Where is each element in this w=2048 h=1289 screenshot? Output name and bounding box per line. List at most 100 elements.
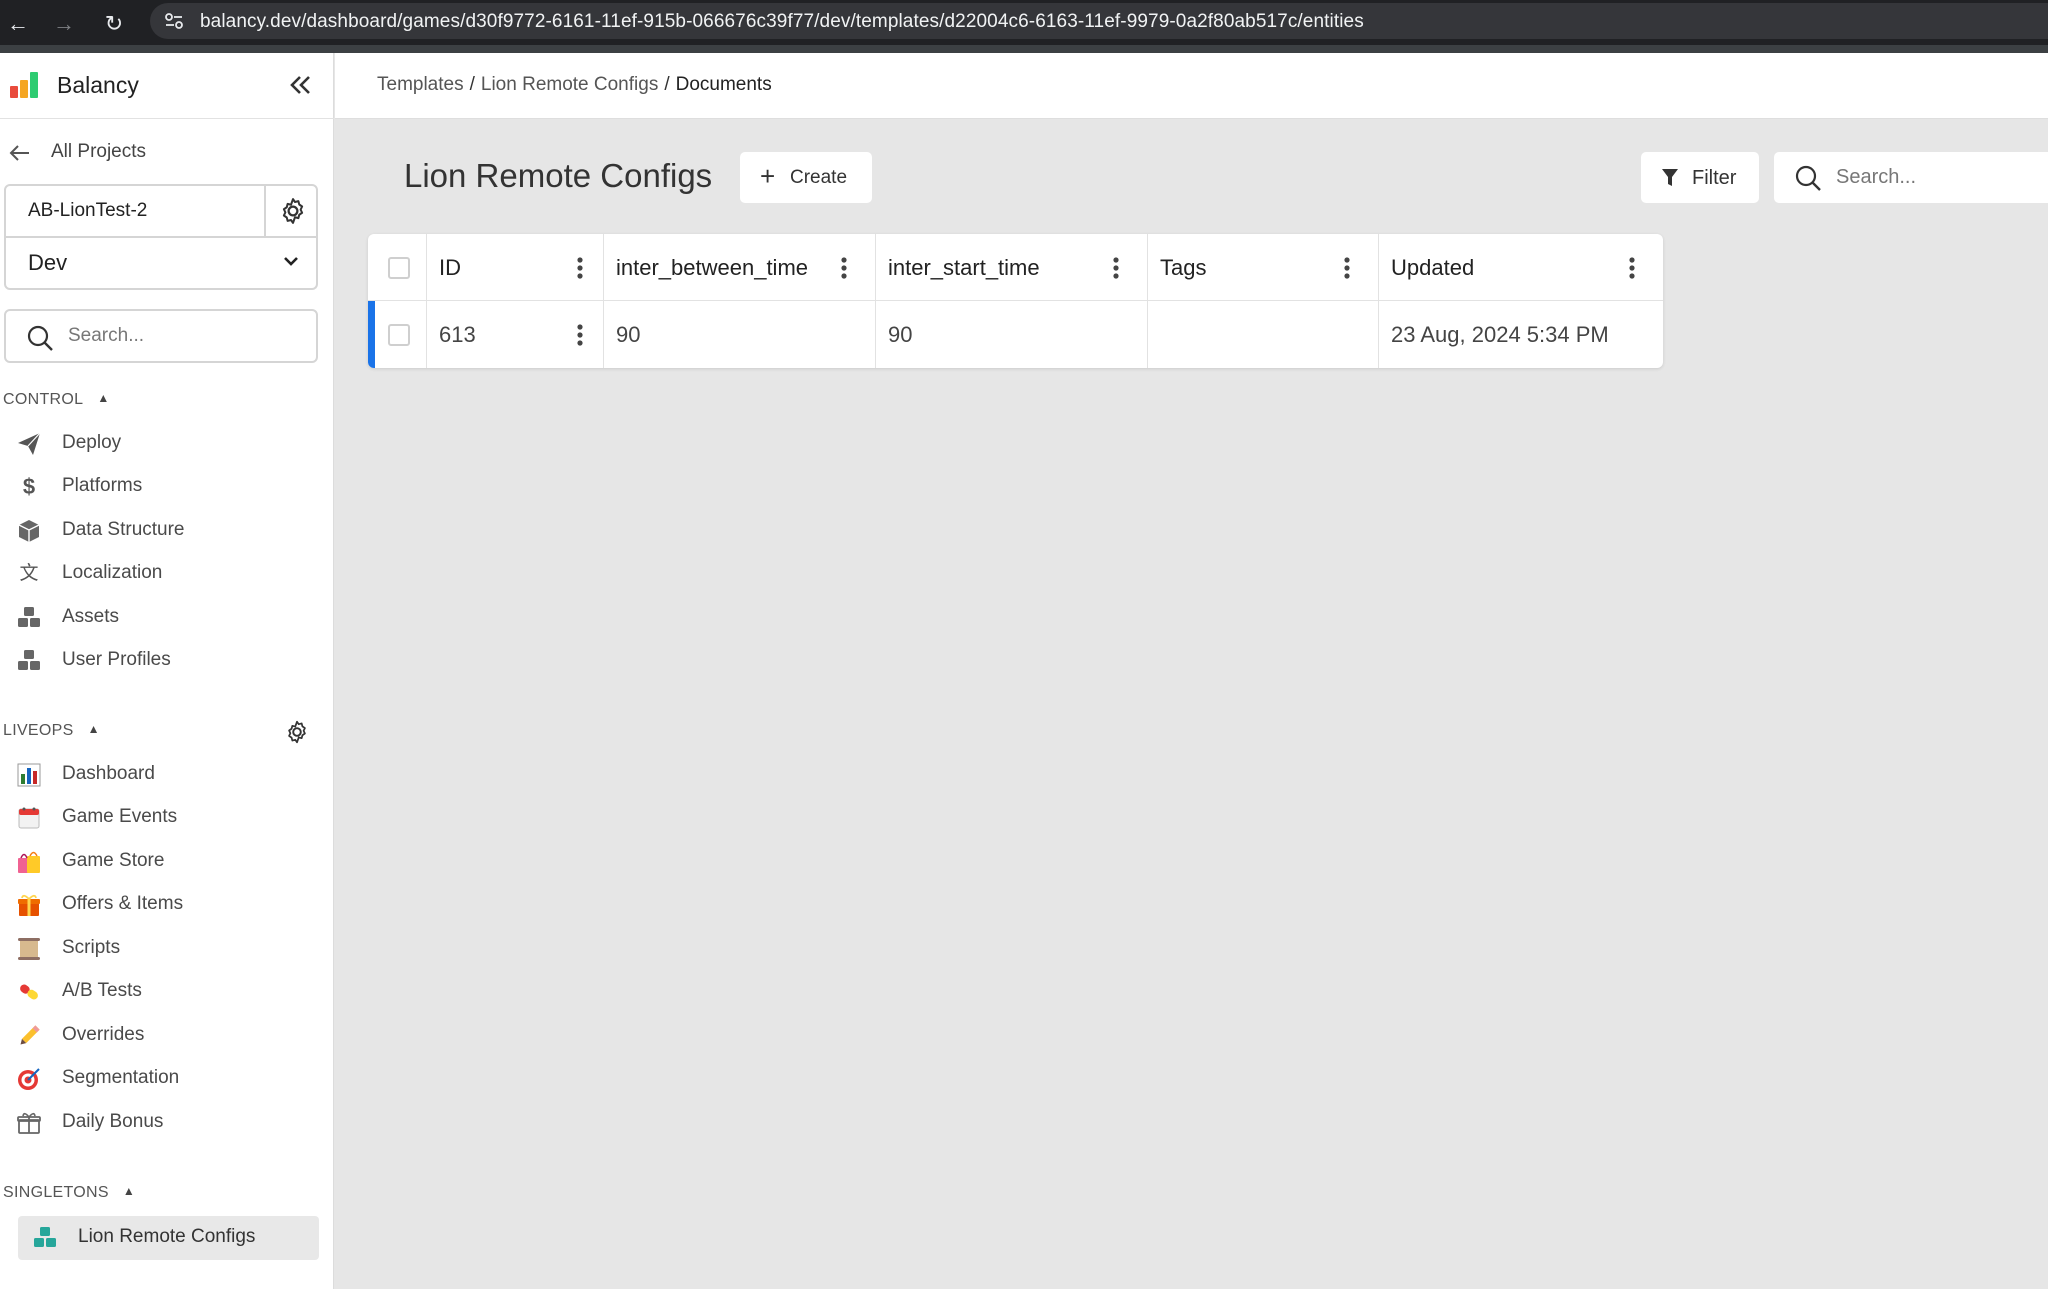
sidebar-item-label: Game Events <box>62 806 178 827</box>
filter-button[interactable]: Filter <box>1641 152 1759 203</box>
pill-icon <box>20 984 38 1000</box>
toolbar-divider <box>0 45 2048 53</box>
row-checkbox[interactable] <box>388 324 410 346</box>
sidebar-item-label: Assets <box>62 606 120 627</box>
column-header-label: ID <box>439 255 461 280</box>
chevron-up-icon: ▲ <box>87 722 100 736</box>
environment-value: Dev <box>28 250 68 275</box>
sidebar-search[interactable] <box>4 309 318 363</box>
main-search-input[interactable] <box>1836 162 2036 192</box>
cube-icon <box>18 520 40 542</box>
column-menu-icon[interactable] <box>576 256 584 280</box>
sidebar-item-data-structure[interactable]: Data Structure <box>0 511 334 551</box>
sidebar: Balancy All Projects AB-LionTest-2 Dev S… <box>0 53 334 1289</box>
section-singletons-header[interactable]: SINGLETONS ▲ <box>3 1184 135 1202</box>
cell-id: 613 <box>427 301 604 368</box>
sidebar-item-label: Game Store <box>62 850 165 871</box>
sidebar-item-game-store[interactable]: Game Store <box>0 842 334 882</box>
breadcrumb-lion-remote-configs[interactable]: Lion Remote Configs <box>481 74 658 95</box>
column-header-tags[interactable]: Tags <box>1148 234 1379 301</box>
sidebar-item-label: Localization <box>62 562 163 583</box>
create-button[interactable]: + Create <box>740 152 872 203</box>
project-settings-button[interactable] <box>264 186 318 236</box>
sidebar-item-deploy[interactable]: Deploy <box>0 424 334 464</box>
scroll-icon <box>18 938 40 960</box>
sidebar-item-dashboard[interactable]: Dashboard <box>0 755 334 795</box>
filter-button-label: Filter <box>1692 167 1737 189</box>
environment-select[interactable]: Dev <box>4 236 318 290</box>
column-menu-icon[interactable] <box>840 256 848 280</box>
project-name: AB-LionTest-2 <box>28 200 148 221</box>
column-menu-icon[interactable] <box>1343 256 1351 280</box>
sidebar-item-platforms[interactable]: $ Platforms <box>0 467 334 507</box>
gear-icon <box>282 198 304 224</box>
section-liveops-header[interactable]: LIVEOPS ▲ <box>3 722 100 740</box>
sidebar-item-user-profiles[interactable]: User Profiles <box>0 641 334 681</box>
translate-icon: 文 <box>19 563 39 584</box>
column-header-label: inter_start_time <box>888 255 1040 280</box>
back-arrow-icon[interactable]: ← <box>2 8 34 40</box>
column-header-id[interactable]: ID <box>427 234 604 301</box>
sidebar-item-lion-remote-configs[interactable]: Lion Remote Configs <box>18 1216 319 1260</box>
sidebar-item-daily-bonus[interactable]: Daily Bonus <box>0 1103 334 1143</box>
liveops-settings-gear-icon[interactable] <box>284 719 310 745</box>
forward-arrow-icon[interactable]: → <box>48 8 80 40</box>
cell-value: 90 <box>616 322 641 347</box>
table-row[interactable]: 613 90 90 23 Aug, 2024 5:34 PM <box>368 301 1663 368</box>
sidebar-item-ab-tests[interactable]: A/B Tests <box>0 972 334 1012</box>
chevron-up-icon: ▲ <box>97 391 110 405</box>
sidebar-search-input[interactable] <box>68 321 308 351</box>
column-header-inter-between-time[interactable]: inter_between_time <box>604 234 876 301</box>
top-bar: Templates / Lion Remote Configs / Documents <box>335 53 2048 119</box>
site-settings-icon[interactable] <box>164 11 184 31</box>
select-all-checkbox[interactable] <box>388 257 410 279</box>
sidebar-item-offers-items[interactable]: Offers & Items <box>0 885 334 925</box>
breadcrumb-documents: Documents <box>675 74 772 95</box>
column-menu-icon[interactable] <box>1112 256 1120 280</box>
address-bar[interactable]: balancy.dev/dashboard/games/d30f9772-616… <box>150 3 2048 39</box>
reload-icon[interactable]: ↻ <box>98 8 130 40</box>
bar-chart-icon <box>17 763 41 787</box>
document-id-link[interactable]: 613 <box>439 322 476 348</box>
main-search[interactable] <box>1774 152 2048 203</box>
sidebar-item-localization[interactable]: 文 Localization <box>0 554 334 594</box>
all-projects-link[interactable]: All Projects <box>0 133 334 173</box>
arrow-left-icon <box>9 145 29 161</box>
table-header-row: ID inter_between_time inter_start_time T… <box>368 234 1663 301</box>
sidebar-item-segmentation[interactable]: Segmentation <box>0 1059 334 1099</box>
column-header-updated[interactable]: Updated <box>1379 234 1663 301</box>
brand-name: Balancy <box>57 72 139 98</box>
column-header-label: Updated <box>1391 255 1475 280</box>
column-menu-icon[interactable] <box>1628 256 1636 280</box>
url-text[interactable]: balancy.dev/dashboard/games/d30f9772-616… <box>200 11 1364 33</box>
sidebar-item-label: Scripts <box>62 937 121 958</box>
column-header-inter-start-time[interactable]: inter_start_time <box>876 234 1148 301</box>
sidebar-item-game-events[interactable]: Game Events <box>0 798 334 838</box>
column-header-label: inter_between_time <box>616 255 809 280</box>
calendar-icon <box>18 807 40 829</box>
collapse-sidebar-icon[interactable] <box>286 71 314 99</box>
column-header-label: Tags <box>1160 255 1207 280</box>
cell-value: 23 Aug, 2024 5:34 PM <box>1391 322 1609 347</box>
dollar-icon: $ <box>22 474 36 499</box>
cell-tags <box>1148 301 1379 368</box>
gift-outline-icon <box>17 1112 41 1134</box>
brand-header: Balancy <box>0 53 334 119</box>
paper-plane-icon <box>18 432 41 455</box>
cell-inter-start-time: 90 <box>876 301 1148 368</box>
all-projects-label: All Projects <box>51 141 147 162</box>
documents-table: ID inter_between_time inter_start_time T… <box>368 234 1663 368</box>
breadcrumb-separator: / <box>664 74 670 95</box>
section-control-header[interactable]: CONTROL ▲ <box>3 391 110 409</box>
sidebar-item-assets[interactable]: Assets <box>0 598 334 638</box>
section-liveops-title: LIVEOPS <box>3 722 74 739</box>
cubes-icon <box>34 1227 56 1247</box>
cell-value: 90 <box>888 322 913 347</box>
sidebar-item-scripts[interactable]: Scripts <box>0 929 334 969</box>
row-menu-icon[interactable] <box>576 323 584 347</box>
chevron-up-icon: ▲ <box>122 1184 136 1198</box>
project-selector[interactable]: AB-LionTest-2 <box>4 184 318 238</box>
sidebar-item-overrides[interactable]: Overrides <box>0 1016 334 1056</box>
gift-icon <box>18 894 40 916</box>
breadcrumb-templates[interactable]: Templates <box>377 74 464 95</box>
